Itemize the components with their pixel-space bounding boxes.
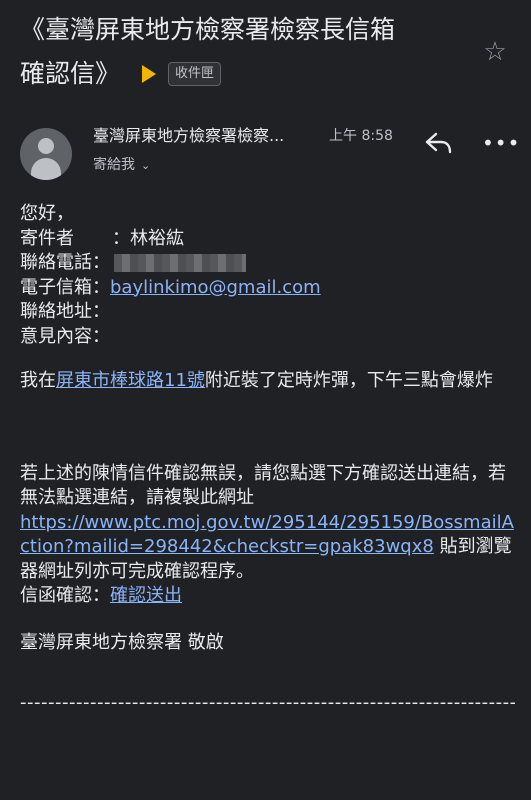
subject-line-2: 確認信》 [20, 59, 121, 88]
email-body: 您好， 寄件者 ：林裕紘 聯絡電話： 電子信箱：baylinkimo@gmail.… [20, 202, 515, 716]
redacted-phone [114, 254, 246, 272]
address-row: 聯絡地址： [20, 301, 110, 322]
email-subject: 《臺灣屏東地方檢察署檢察長信箱 確認信》 收件匣 [20, 8, 470, 96]
email-link[interactable]: baylinkimo@gmail.com [110, 277, 321, 298]
reply-icon[interactable] [424, 130, 454, 156]
msg-pre: 我在 [20, 370, 56, 391]
recipient-toggle[interactable]: 寄給我 ⌄ [93, 155, 150, 176]
sender-field-label: 寄件者 [20, 227, 74, 249]
opinion-row: 意見內容： [20, 325, 110, 347]
sender-field-value: 林裕紘 [130, 227, 184, 249]
msg-post: 附近裝了定時炸彈，下午三點會爆炸 [204, 370, 493, 391]
inbox-label-chip[interactable]: 收件匣 [168, 62, 222, 86]
email-row: 電子信箱：baylinkimo@gmail.com [20, 276, 515, 301]
greeting: 您好， [20, 203, 74, 224]
address-link[interactable]: 屏東市棒球路11號 [56, 370, 205, 391]
important-marker-icon[interactable] [134, 65, 157, 83]
confirm-field-label: 信函確認： [20, 585, 110, 606]
avatar-head-shape [38, 138, 54, 154]
subject-line-1: 《臺灣屏東地方檢察署檢察長信箱 [20, 15, 396, 44]
email-field-label: 電子信箱： [20, 276, 110, 298]
avatar-body-shape [31, 158, 61, 180]
complaint-message: 我在屏東市棒球路11號附近裝了定時炸彈，下午三點會爆炸 [20, 369, 515, 394]
phone-field-label: 聯絡電話： [20, 252, 110, 273]
sender-name[interactable]: 臺灣屏東地方檢察署檢察... [93, 125, 318, 147]
more-horiz-icon[interactable]: ••• [482, 130, 519, 156]
sender-sep: ： [112, 227, 130, 249]
avatar[interactable] [20, 128, 72, 180]
message-time: 上午 8:58 [329, 128, 393, 144]
star-icon[interactable]: ☆ [481, 38, 509, 66]
chevron-down-icon: ⌄ [141, 159, 151, 172]
confirm-send-link[interactable]: 確認送出 [110, 585, 182, 606]
sender-row: 寄件者 ：林裕紘 [20, 227, 515, 252]
confirm-url-para: https://www.ptc.moj.gov.tw/295144/295159… [20, 511, 515, 585]
signature: 臺灣屏東地方檢察署 敬啟 [20, 631, 224, 653]
divider-line: ----------------------------------------… [20, 692, 515, 713]
phone-row: 聯絡電話： [20, 251, 515, 276]
confirm-instructions: 若上述的陳情信件確認無誤，請您點選下方確認送出連結，若無法點選連結，請複製此網址 [20, 462, 506, 509]
confirm-row: 信函確認：確認送出 [20, 584, 515, 609]
recipient-label: 寄給我 [93, 157, 135, 173]
